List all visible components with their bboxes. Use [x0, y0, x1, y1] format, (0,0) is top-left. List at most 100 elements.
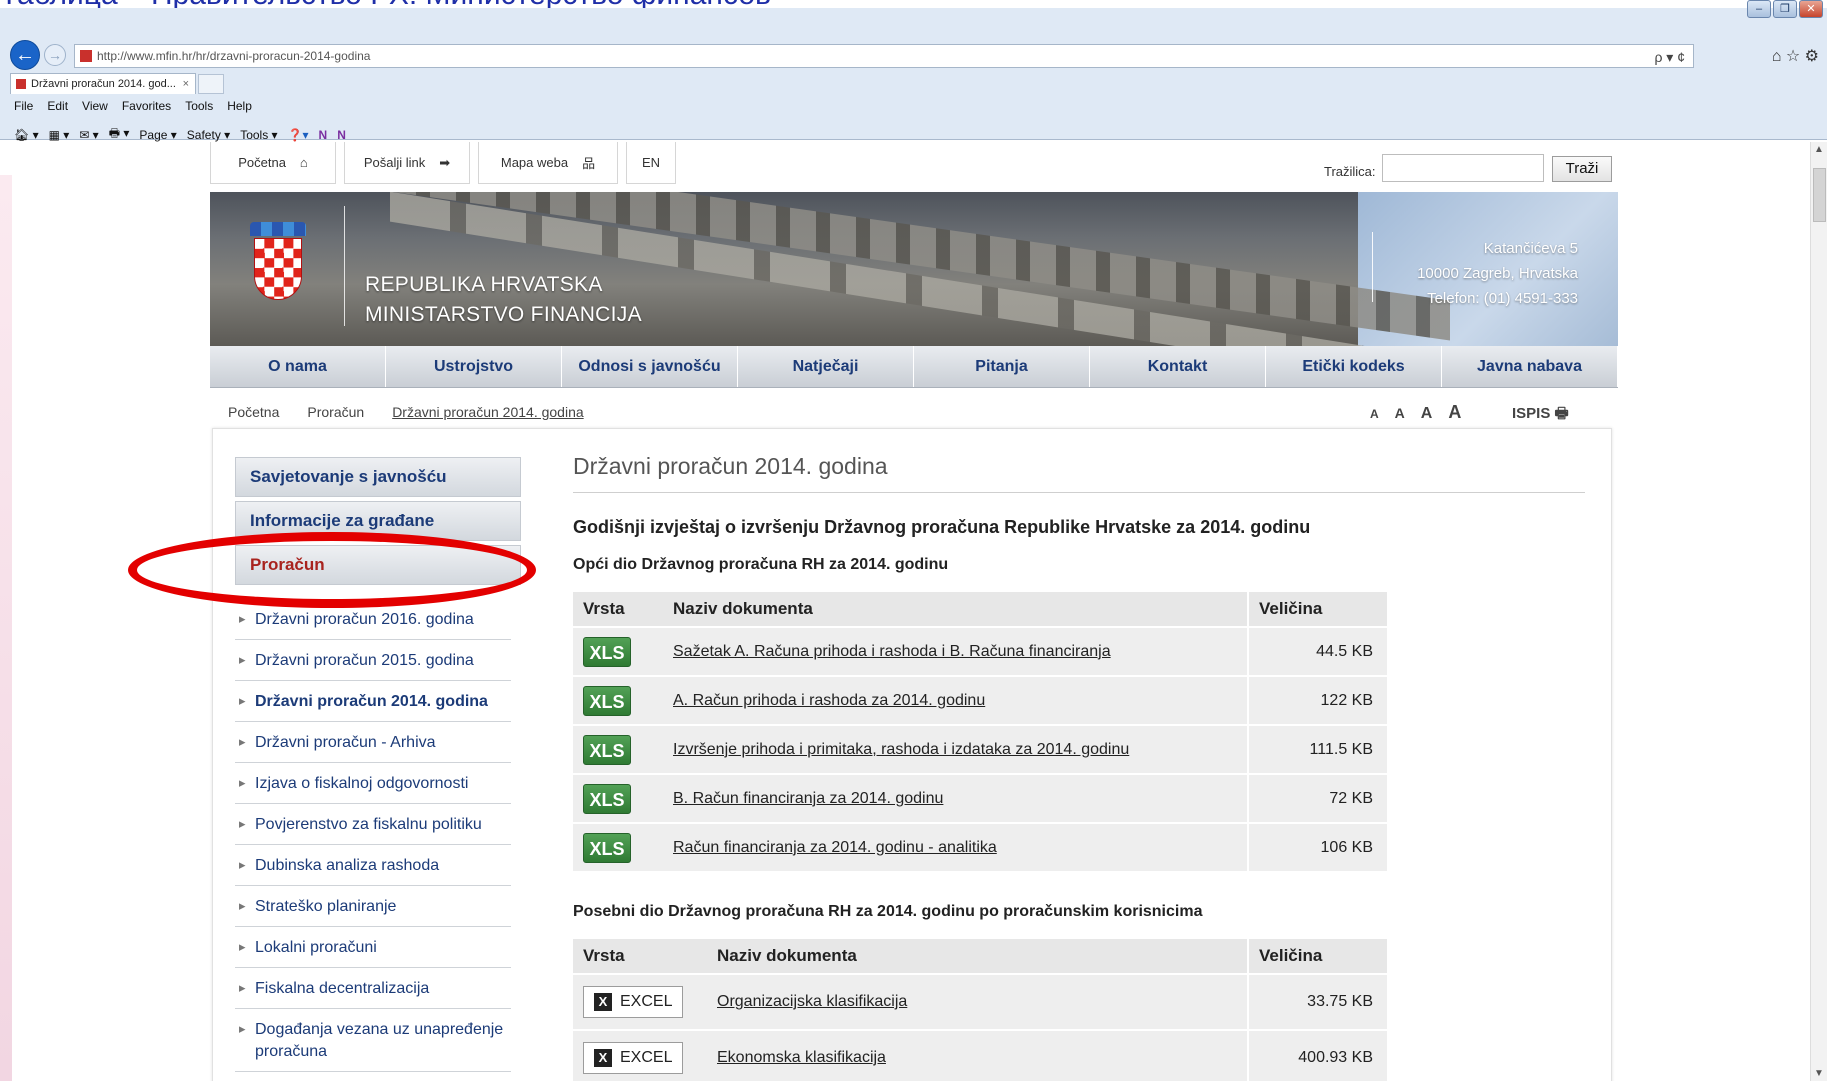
mainmenu-item[interactable]: Ustrojstvo	[386, 346, 562, 387]
topnav-sitemap[interactable]: Mapa weba 品	[478, 142, 618, 184]
home-icon[interactable]: 🏠︎ ▾	[14, 128, 39, 142]
menu-tools[interactable]: Tools	[185, 99, 213, 113]
back-button[interactable]: ←	[10, 40, 40, 70]
subsection-heading-general: Opći dio Državnog proračuna RH za 2014. …	[573, 556, 949, 573]
breadcrumb-item[interactable]: Proračun	[307, 404, 364, 420]
new-tab-button[interactable]	[198, 74, 224, 94]
mainmenu-item[interactable]: Etički kodeks	[1266, 346, 1442, 387]
help-icon[interactable]: ❓▾	[288, 128, 309, 142]
document-link[interactable]: Izvršenje prihoda i primitaka, rashoda i…	[673, 741, 1129, 758]
document-link[interactable]: Račun financiranja za 2014. godinu - ana…	[673, 839, 997, 856]
xls-file-icon[interactable]: XLS	[583, 636, 631, 667]
file-size: 111.5 KB	[1247, 726, 1387, 775]
mainmenu-item[interactable]: Odnosi s javnošću	[562, 346, 738, 387]
tools-menu[interactable]: Tools ▾	[240, 128, 277, 142]
excel-cell[interactable]: X EXCEL	[573, 975, 707, 1031]
sidebar-item[interactable]: Lokalni proračuni	[235, 927, 511, 968]
mainmenu-item[interactable]: Kontakt	[1090, 346, 1266, 387]
vertical-scrollbar[interactable]: ▲ ▼	[1810, 142, 1827, 1081]
scroll-down-icon[interactable]: ▼	[1814, 1068, 1824, 1079]
search-button[interactable]: Traži	[1552, 156, 1612, 182]
sidebar-item[interactable]: Strateško planiranje	[235, 886, 511, 927]
minimize-button[interactable]: –	[1747, 0, 1771, 18]
file-size: 106 KB	[1247, 824, 1387, 873]
breadcrumb-item[interactable]: Početna	[228, 404, 279, 420]
address-tools[interactable]: ρ ▾ ¢	[1654, 46, 1685, 68]
page-title: Državni proračun 2014. godina	[573, 453, 1585, 493]
font-size-small[interactable]: A	[1370, 407, 1379, 421]
topnav-language-en[interactable]: EN	[626, 142, 676, 184]
sidebar-item[interactable]: Događanja vezana uz unapređenje proračun…	[235, 1009, 511, 1072]
sidebar-item[interactable]: Dubinska analiza rashoda	[235, 845, 511, 886]
topnav-label: Mapa weba	[500, 155, 569, 170]
font-size-xlarge[interactable]: A	[1448, 402, 1461, 423]
arrow-right-icon: ➡	[439, 154, 451, 170]
safety-menu[interactable]: Safety ▾	[187, 128, 230, 142]
xls-cell[interactable]: XLS	[573, 628, 663, 677]
scroll-thumb[interactable]	[1813, 168, 1826, 222]
sidebar-item[interactable]: Fiskalna decentralizacija	[235, 968, 511, 1009]
menu-help[interactable]: Help	[227, 99, 252, 113]
xls-cell[interactable]: XLS	[573, 775, 663, 824]
tab-close-icon[interactable]: ×	[183, 74, 189, 94]
xls-cell[interactable]: XLS	[573, 726, 663, 775]
onenote-send-icon[interactable]: N	[337, 128, 346, 142]
print-label: ISPIS	[1512, 405, 1551, 422]
xls-file-icon[interactable]: XLS	[583, 734, 631, 765]
mainmenu-item[interactable]: Pitanja	[914, 346, 1090, 387]
search-input[interactable]	[1382, 154, 1544, 182]
onenote-icon[interactable]: N	[319, 128, 328, 142]
feeds-icon[interactable]: ▦ ▾	[49, 128, 70, 142]
sidebar-header-consultations[interactable]: Savjetovanje s javnošću	[235, 457, 521, 497]
font-size-large[interactable]: A	[1421, 405, 1433, 423]
document-link[interactable]: Sažetak A. Računa prihoda i rashoda i B.…	[673, 643, 1111, 660]
page-menu[interactable]: Page ▾	[139, 128, 176, 142]
sidebar-item[interactable]: Izjava o fiskalnoj odgovornosti	[235, 763, 511, 804]
mainmenu-item[interactable]: Natječaji	[738, 346, 914, 387]
document-cell: B. Račun financiranja za 2014. godinu	[663, 775, 1247, 824]
address-bar[interactable]: http://www.mfin.hr/hr/drzavni-proracun-2…	[74, 44, 1694, 68]
print-link[interactable]: ISPIS 🖶	[1512, 403, 1569, 428]
address-line: 10000 Zagreb, Hrvatska	[1417, 265, 1578, 282]
document-cell: Sažetak A. Računa prihoda i rashoda i B.…	[663, 628, 1247, 677]
top-navigation: Početna ⌂ Pošalji link ➡ Mapa weba 品 EN	[210, 142, 684, 184]
document-link[interactable]: B. Račun financiranja za 2014. godinu	[673, 790, 943, 807]
browser-tab[interactable]: Državni proračun 2014. god... ×	[10, 73, 196, 94]
sidebar-item[interactable]: Državni proračun - Arhiva	[235, 722, 511, 763]
excel-file-button[interactable]: X EXCEL	[583, 986, 684, 1018]
close-window-button[interactable]: ✕	[1799, 0, 1823, 18]
font-size-medium[interactable]: A	[1395, 405, 1405, 421]
sidebar-item[interactable]: Povjerenstvo za fiskalnu politiku	[235, 804, 511, 845]
sidebar-submenu: Državni proračun 2016. godina Državni pr…	[235, 599, 521, 1072]
maximize-button[interactable]: ❐	[1773, 0, 1797, 18]
scroll-up-icon[interactable]: ▲	[1814, 144, 1824, 155]
menu-file[interactable]: File	[14, 99, 33, 113]
mainmenu-item[interactable]: Javna nabava	[1442, 346, 1618, 387]
mainmenu-item[interactable]: O nama	[210, 346, 386, 387]
forward-button[interactable]: →	[44, 44, 66, 66]
xls-cell[interactable]: XLS	[573, 824, 663, 873]
home-favorites-settings-icons[interactable]: ⌂ ☆ ⚙	[1772, 46, 1819, 66]
topnav-send-link[interactable]: Pošalji link ➡	[344, 142, 470, 184]
sidebar-item-selected[interactable]: Državni proračun 2014. godina	[235, 681, 511, 722]
menu-view[interactable]: View	[82, 99, 108, 113]
print-icon[interactable]: 🖶 ▾	[109, 124, 130, 145]
file-size: 400.93 KB	[1247, 1031, 1387, 1081]
document-link[interactable]: A. Račun prihoda i rashoda za 2014. godi…	[673, 692, 985, 709]
document-link[interactable]: Organizacijska klasifikacija	[717, 993, 907, 1010]
mail-icon[interactable]: ✉ ▾	[79, 128, 98, 142]
xls-cell[interactable]: XLS	[573, 677, 663, 726]
sidebar-item[interactable]: Državni proračun 2015. godina	[235, 640, 511, 681]
topnav-home[interactable]: Početna ⌂	[210, 142, 336, 184]
xls-file-icon[interactable]: XLS	[583, 685, 631, 716]
breadcrumb-current[interactable]: Državni proračun 2014. godina	[392, 404, 583, 420]
excel-file-button[interactable]: X EXCEL	[583, 1042, 684, 1074]
excel-cell[interactable]: X EXCEL	[573, 1031, 707, 1081]
xls-file-icon[interactable]: XLS	[583, 783, 631, 814]
document-link[interactable]: Ekonomska klasifikacija	[717, 1049, 886, 1066]
xls-file-icon[interactable]: XLS	[583, 832, 631, 863]
excel-label: EXCEL	[620, 1049, 673, 1066]
menu-edit[interactable]: Edit	[47, 99, 68, 113]
menu-favorites[interactable]: Favorites	[122, 99, 171, 113]
documents-table-general: Vrsta Naziv dokumenta Veličina XLS Sažet…	[573, 592, 1387, 873]
